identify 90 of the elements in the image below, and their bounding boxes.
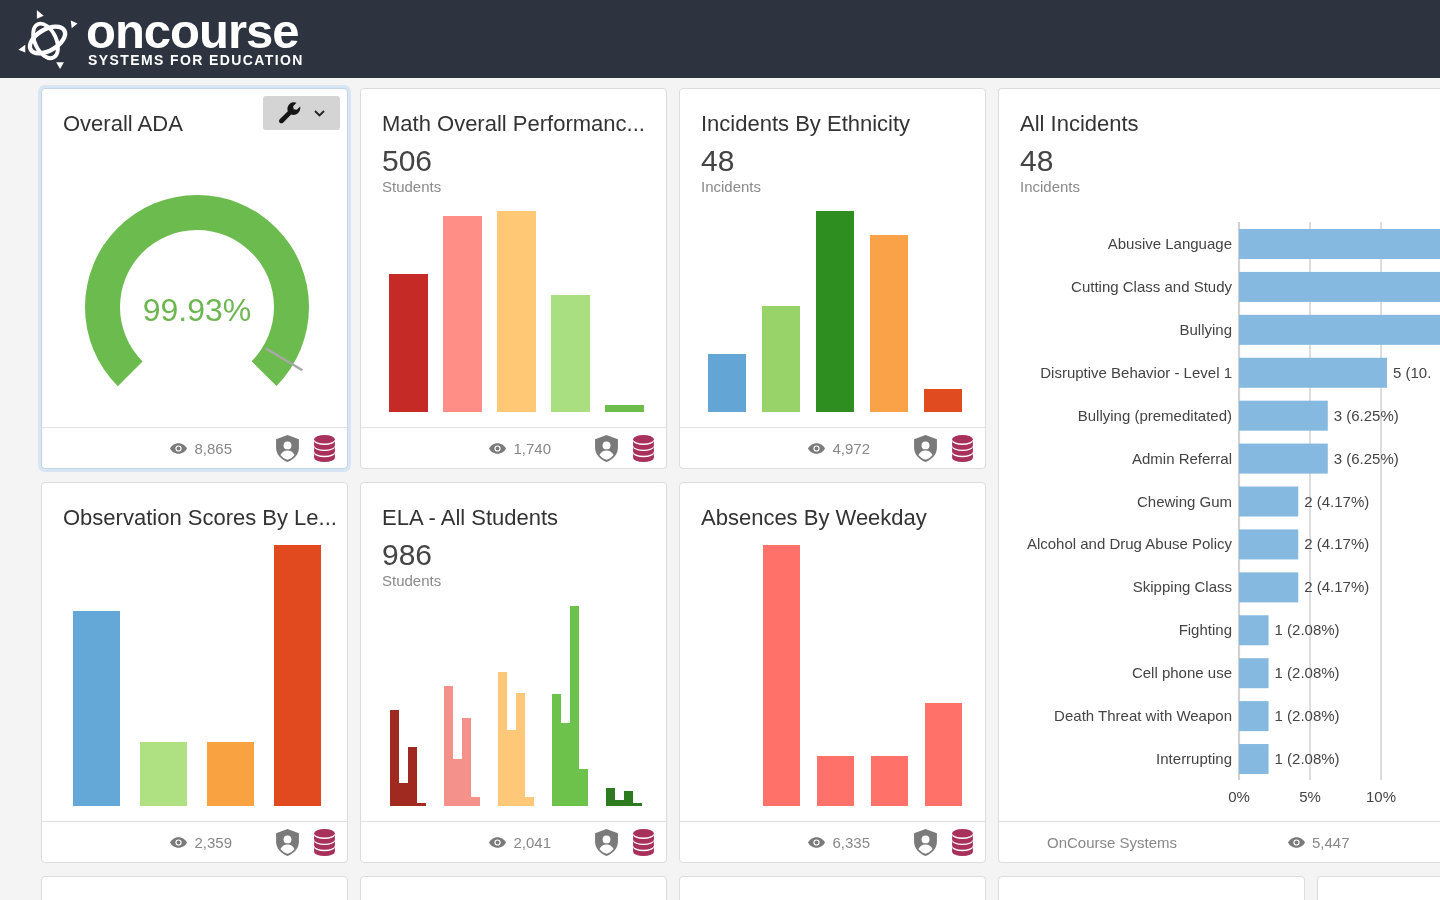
stat-value: 48 bbox=[1020, 144, 1054, 178]
data-label: 1 (2.08%) bbox=[1274, 750, 1340, 768]
chart-bar bbox=[817, 756, 854, 806]
category-label: Bullying bbox=[1179, 320, 1232, 338]
axis-tick-label: 10% bbox=[1366, 788, 1397, 805]
chart-bar bbox=[1239, 529, 1299, 560]
eye-icon bbox=[808, 836, 826, 848]
view-count: 1,740 bbox=[513, 439, 551, 457]
chart-bar bbox=[1239, 658, 1269, 689]
category-label: Skipping Class bbox=[1132, 578, 1232, 596]
axis-tick-label: 5% bbox=[1299, 788, 1321, 805]
axis-tick-label: 0% bbox=[1228, 788, 1250, 805]
stat-value: 48 bbox=[701, 144, 735, 178]
gauge-value: 99.93% bbox=[142, 292, 252, 328]
eye-icon bbox=[489, 442, 507, 454]
shield-user-icon[interactable] bbox=[276, 434, 299, 462]
chart-bar bbox=[1239, 701, 1269, 732]
database-icon[interactable] bbox=[313, 434, 336, 462]
eye-icon bbox=[1288, 836, 1305, 848]
widget-title: Absences By Weekday bbox=[701, 505, 927, 531]
source-label: OnCourse Systems bbox=[1047, 833, 1178, 851]
data-label: 2 (4.17%) bbox=[1304, 492, 1370, 510]
eye-icon bbox=[808, 442, 826, 454]
stat-label: Students bbox=[382, 178, 442, 196]
category-label: Bullying (premeditated) bbox=[1077, 406, 1232, 424]
view-count: 5,447 bbox=[1312, 833, 1350, 851]
eye-icon bbox=[489, 836, 507, 848]
widget-title: ELA - All Students bbox=[382, 505, 559, 531]
widget-title: Observation Scores By Le... bbox=[63, 505, 337, 531]
category-label: Cell phone use bbox=[1131, 664, 1232, 682]
category-label: Alcohol and Drug Abuse Policy bbox=[1026, 535, 1232, 553]
data-label: 2 (4.17%) bbox=[1304, 578, 1370, 596]
stat-label: Incidents bbox=[1020, 178, 1081, 196]
chevron-down-icon bbox=[313, 109, 325, 117]
widget-title: Incidents By Ethnicity bbox=[701, 111, 911, 137]
chart-bar bbox=[140, 742, 187, 806]
database-icon[interactable] bbox=[313, 828, 336, 856]
data-label: 3 (6.25%) bbox=[1333, 449, 1399, 467]
shield-user-icon[interactable] bbox=[914, 434, 937, 462]
shield-user-icon[interactable] bbox=[276, 828, 299, 856]
view-count: 4,972 bbox=[832, 439, 870, 457]
chart-bar bbox=[1239, 572, 1299, 603]
chart-bar bbox=[605, 405, 644, 412]
eye-icon bbox=[170, 836, 188, 848]
database-icon[interactable] bbox=[632, 828, 655, 856]
database-icon[interactable] bbox=[951, 828, 974, 856]
category-label: Death Threat with Weapon bbox=[1054, 707, 1232, 725]
category-label: Abusive Language bbox=[1107, 235, 1232, 252]
view-count: 2,041 bbox=[513, 833, 551, 851]
chart-bar bbox=[1239, 744, 1269, 775]
view-count: 8,865 bbox=[194, 439, 232, 457]
category-label: Admin Referral bbox=[1131, 449, 1232, 467]
data-label: 1 (2.08%) bbox=[1274, 621, 1340, 639]
category-label: Interrupting bbox=[1156, 750, 1232, 768]
chart-bar bbox=[871, 756, 908, 806]
chart-bar bbox=[1239, 615, 1269, 646]
widget-tools-button[interactable] bbox=[263, 96, 340, 130]
data-label: 2 (4.17%) bbox=[1304, 535, 1370, 553]
wrench-icon bbox=[278, 102, 301, 124]
view-count: 6,335 bbox=[832, 833, 870, 851]
stat-label: Incidents bbox=[701, 178, 762, 196]
chart-bar bbox=[207, 742, 254, 806]
category-label: Disruptive Behavior - Level 1 bbox=[1040, 363, 1232, 381]
data-label: 1 (2.08%) bbox=[1274, 664, 1340, 682]
view-count: 2,359 bbox=[194, 833, 232, 851]
shield-user-icon[interactable] bbox=[595, 434, 618, 462]
eye-icon bbox=[170, 442, 188, 454]
shield-user-icon[interactable] bbox=[595, 828, 618, 856]
stat-value: 506 bbox=[382, 144, 433, 178]
category-label: Cutting Class and Study bbox=[1071, 277, 1232, 295]
chart-bar bbox=[1239, 486, 1299, 517]
category-label: Chewing Gum bbox=[1136, 492, 1232, 510]
logo-icon bbox=[17, 9, 78, 69]
stat-label: Students bbox=[382, 572, 442, 590]
category-label: Fighting bbox=[1178, 621, 1232, 639]
widget-title: Overall ADA bbox=[63, 111, 183, 137]
stat-value: 986 bbox=[382, 538, 433, 572]
database-icon[interactable] bbox=[632, 434, 655, 462]
chart-bar bbox=[708, 354, 746, 412]
chart-bar bbox=[924, 389, 962, 412]
logo-wordmark: oncourse bbox=[86, 10, 299, 52]
shield-user-icon[interactable] bbox=[914, 828, 937, 856]
data-label: 1 (2.08%) bbox=[1274, 707, 1340, 725]
widget-title: Math Overall Performanc... bbox=[382, 111, 645, 137]
gauge-target-tick bbox=[264, 347, 304, 372]
logo-tagline: SYSTEMS FOR EDUCATION bbox=[88, 52, 304, 68]
database-icon[interactable] bbox=[951, 434, 974, 462]
data-label: 5 (10. bbox=[1393, 363, 1432, 381]
widget-title: All Incidents bbox=[1020, 111, 1139, 137]
data-label: 3 (6.25%) bbox=[1333, 406, 1399, 424]
